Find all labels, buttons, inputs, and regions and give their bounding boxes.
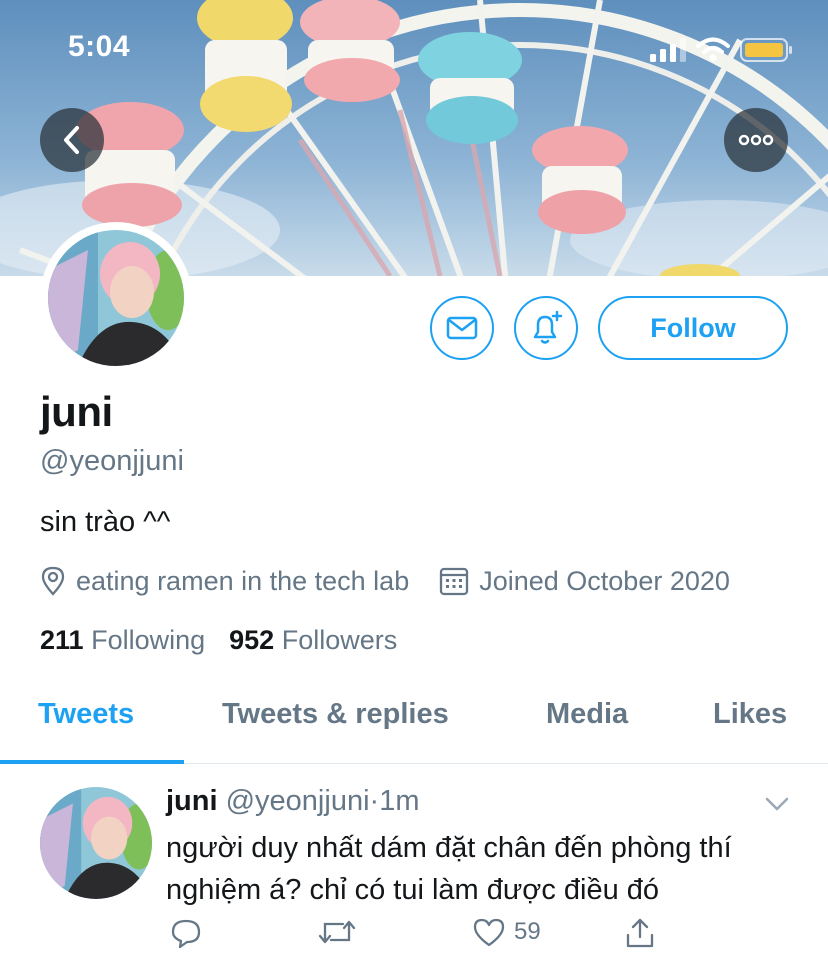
share-button[interactable]: [624, 917, 656, 949]
location-text: eating ramen in the tech lab: [76, 565, 410, 596]
profile-bio: sin trào ^^: [40, 506, 171, 538]
envelope-icon: [446, 316, 478, 340]
chevron-left-icon: [64, 126, 79, 154]
more-horizontal-icon: [738, 134, 774, 146]
tweet-author-name[interactable]: juni: [166, 785, 218, 817]
heart-icon: [473, 918, 505, 947]
location-pin-icon: [41, 566, 65, 596]
followers-label: Followers: [281, 625, 398, 655]
tab-tweets[interactable]: Tweets: [38, 698, 134, 731]
tab-media[interactable]: Media: [546, 698, 628, 731]
avatar: [48, 230, 184, 366]
retweet-button[interactable]: [318, 917, 356, 947]
status-icons: [650, 36, 794, 64]
follow-button[interactable]: Follow: [598, 296, 788, 360]
wifi-icon: [696, 37, 730, 62]
tweet-author-handle[interactable]: @yeonjjuni: [226, 785, 370, 817]
tweet-text: người duy nhất dám đặt chân đến phòng th…: [166, 832, 732, 906]
tweet-header: juni @yeonjjuni·1m: [166, 785, 419, 818]
bell-plus-icon: [533, 310, 563, 344]
tweet-avatar[interactable]: [40, 787, 152, 899]
location: eating ramen in the tech lab: [40, 566, 409, 597]
share-icon: [626, 918, 654, 948]
join-date-text: Joined October 2020: [479, 565, 730, 596]
calendar-icon: [440, 567, 469, 596]
tab-tweets-replies[interactable]: Tweets & replies: [222, 698, 449, 731]
profile-tabs: Tweets Tweets & replies Media Likes: [0, 686, 828, 764]
join-date: Joined October 2020: [439, 566, 730, 597]
status-time: 5:04: [68, 30, 131, 63]
retweet-icon: [318, 920, 356, 944]
profile-avatar[interactable]: [40, 222, 192, 374]
cellular-signal-icon: [650, 38, 686, 62]
avatar-image: [40, 787, 152, 899]
following-count: 211: [40, 625, 84, 655]
followers-link[interactable]: 952 Followers: [229, 625, 397, 656]
notifications-button[interactable]: [514, 296, 578, 360]
message-button[interactable]: [430, 296, 494, 360]
tweet-actions: 59: [166, 917, 686, 961]
tweet-time: ·1m: [369, 785, 420, 817]
following-link[interactable]: 211 Following: [40, 625, 205, 656]
like-count: 59: [514, 918, 541, 945]
followers-count: 952: [229, 625, 275, 655]
following-label: Following: [91, 625, 206, 655]
tab-likes[interactable]: Likes: [713, 698, 787, 731]
avatar-image: [48, 230, 184, 366]
status-bar: 5:04: [0, 0, 828, 100]
profile-meta: eating ramen in the tech lab Joined Octo…: [40, 563, 730, 599]
follow-counts: 211 Following 952 Followers: [40, 625, 397, 656]
reply-icon: [171, 919, 201, 949]
tweet[interactable]: juni @yeonjjuni·1m người duy nhất dám đặ…: [0, 765, 828, 975]
more-options-button[interactable]: [724, 108, 788, 172]
battery-icon: [740, 38, 792, 62]
reply-button[interactable]: [170, 917, 202, 949]
like-button[interactable]: 59: [472, 917, 541, 947]
active-tab-indicator: [0, 760, 184, 764]
chevron-down-icon[interactable]: [762, 789, 792, 819]
profile-handle: @yeonjjuni: [40, 445, 184, 477]
display-name: juni: [40, 388, 113, 435]
back-button[interactable]: [40, 108, 104, 172]
